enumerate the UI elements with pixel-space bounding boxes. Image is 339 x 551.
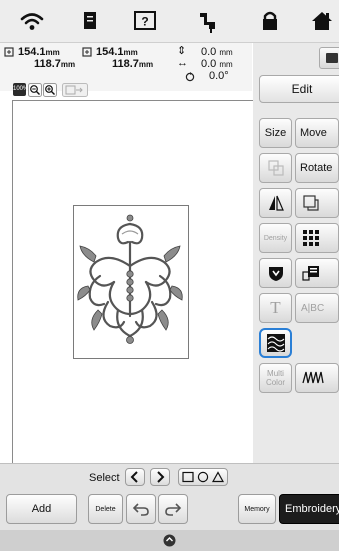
multi-color-button: Multi Color	[259, 363, 292, 393]
angle-value: 0.0°	[209, 70, 229, 82]
redo-button[interactable]	[158, 494, 188, 524]
width-1-value: 154.1mm	[18, 46, 60, 58]
delete-button[interactable]: Delete	[88, 494, 123, 524]
mirror-button[interactable]	[259, 188, 292, 218]
multi-select-button[interactable]	[178, 468, 228, 486]
stippling-icon	[266, 334, 285, 352]
undo-icon	[132, 503, 149, 516]
height-1-value: 118.7mm	[34, 58, 76, 70]
screen-icon	[326, 53, 338, 63]
vertical-offset-value: 0.0 mm	[201, 46, 233, 58]
help-icon[interactable]: ?	[132, 8, 158, 34]
size-button[interactable]: Size	[259, 118, 292, 148]
needle-icon[interactable]	[195, 8, 221, 34]
chevron-left-icon	[130, 471, 138, 483]
size-frame-icon-2	[82, 47, 92, 57]
select-shapes-icon	[182, 471, 225, 483]
redo-icon	[165, 503, 182, 516]
status-bar: ?	[0, 0, 339, 43]
mirror-icon	[268, 195, 284, 211]
rotate-angle-icon	[185, 72, 195, 82]
wifi-icon[interactable]	[19, 8, 45, 34]
memory-button[interactable]: Memory	[238, 494, 276, 524]
move-button[interactable]: Move	[295, 118, 339, 148]
tab-edit[interactable]: Edit	[259, 75, 339, 103]
frame-shape-button[interactable]	[295, 188, 339, 218]
chevron-right-icon	[157, 471, 165, 483]
width-2-value: 154.1mm	[96, 46, 138, 58]
embroidery-pattern-frame[interactable]	[73, 205, 189, 359]
size-frame-icon	[4, 47, 14, 57]
stippling-button[interactable]	[259, 328, 292, 358]
screen-toggle-button[interactable]	[319, 47, 339, 69]
info-panel: 154.1mm 118.7mm 154.1mm 118.7mm ⇕ 0.0 mm…	[0, 43, 252, 97]
svg-text:?: ?	[141, 15, 148, 29]
horizontal-offset-value: 0.0 mm	[201, 58, 233, 70]
border-grid-icon	[303, 230, 319, 246]
group-button	[259, 153, 292, 183]
letter-spacing-button: A|BC	[295, 293, 339, 323]
editing-canvas[interactable]	[12, 100, 254, 464]
select-next-button[interactable]	[150, 468, 170, 486]
select-label: Select	[89, 472, 120, 484]
document-icon[interactable]	[77, 8, 103, 34]
lock-icon[interactable]	[257, 8, 283, 34]
frame-shape-icon	[303, 195, 319, 211]
tool-panel: Edit Size Move Rotate Density T A|BC Mul…	[253, 43, 339, 463]
applique-button[interactable]	[259, 258, 292, 288]
chain-stitch-button[interactable]	[295, 258, 339, 288]
border-button[interactable]	[295, 223, 339, 253]
zoom-in-icon[interactable]	[43, 83, 57, 97]
vertical-arrow-icon: ⇕	[177, 45, 187, 57]
footer-bar	[0, 530, 339, 551]
bottom-bar: Select Add Delete Memory Embroidery	[0, 463, 339, 530]
stitch-pattern-button[interactable]	[295, 363, 339, 393]
group-icon	[267, 160, 284, 176]
home-icon[interactable]	[309, 8, 335, 34]
horizontal-arrow-icon: ↔	[177, 57, 188, 69]
density-button: Density	[259, 223, 292, 253]
embroidery-pattern-image	[77, 214, 183, 344]
height-2-value: 118.7mm	[112, 58, 154, 70]
zoom-100-button[interactable]: 100%	[13, 83, 28, 96]
undo-button[interactable]	[126, 494, 156, 524]
pan-view-icon[interactable]	[62, 83, 88, 97]
chain-stitch-icon	[302, 266, 319, 281]
text-edit-button: T	[259, 293, 292, 323]
embroidery-button[interactable]: Embroidery	[279, 494, 339, 524]
add-button[interactable]: Add	[6, 494, 77, 524]
settings-icon[interactable]	[163, 534, 176, 547]
rotate-button[interactable]: Rotate	[295, 153, 339, 183]
zoom-out-icon[interactable]	[28, 83, 42, 97]
stitch-pattern-icon	[302, 371, 324, 384]
select-prev-button[interactable]	[125, 468, 145, 486]
applique-icon	[268, 267, 283, 281]
